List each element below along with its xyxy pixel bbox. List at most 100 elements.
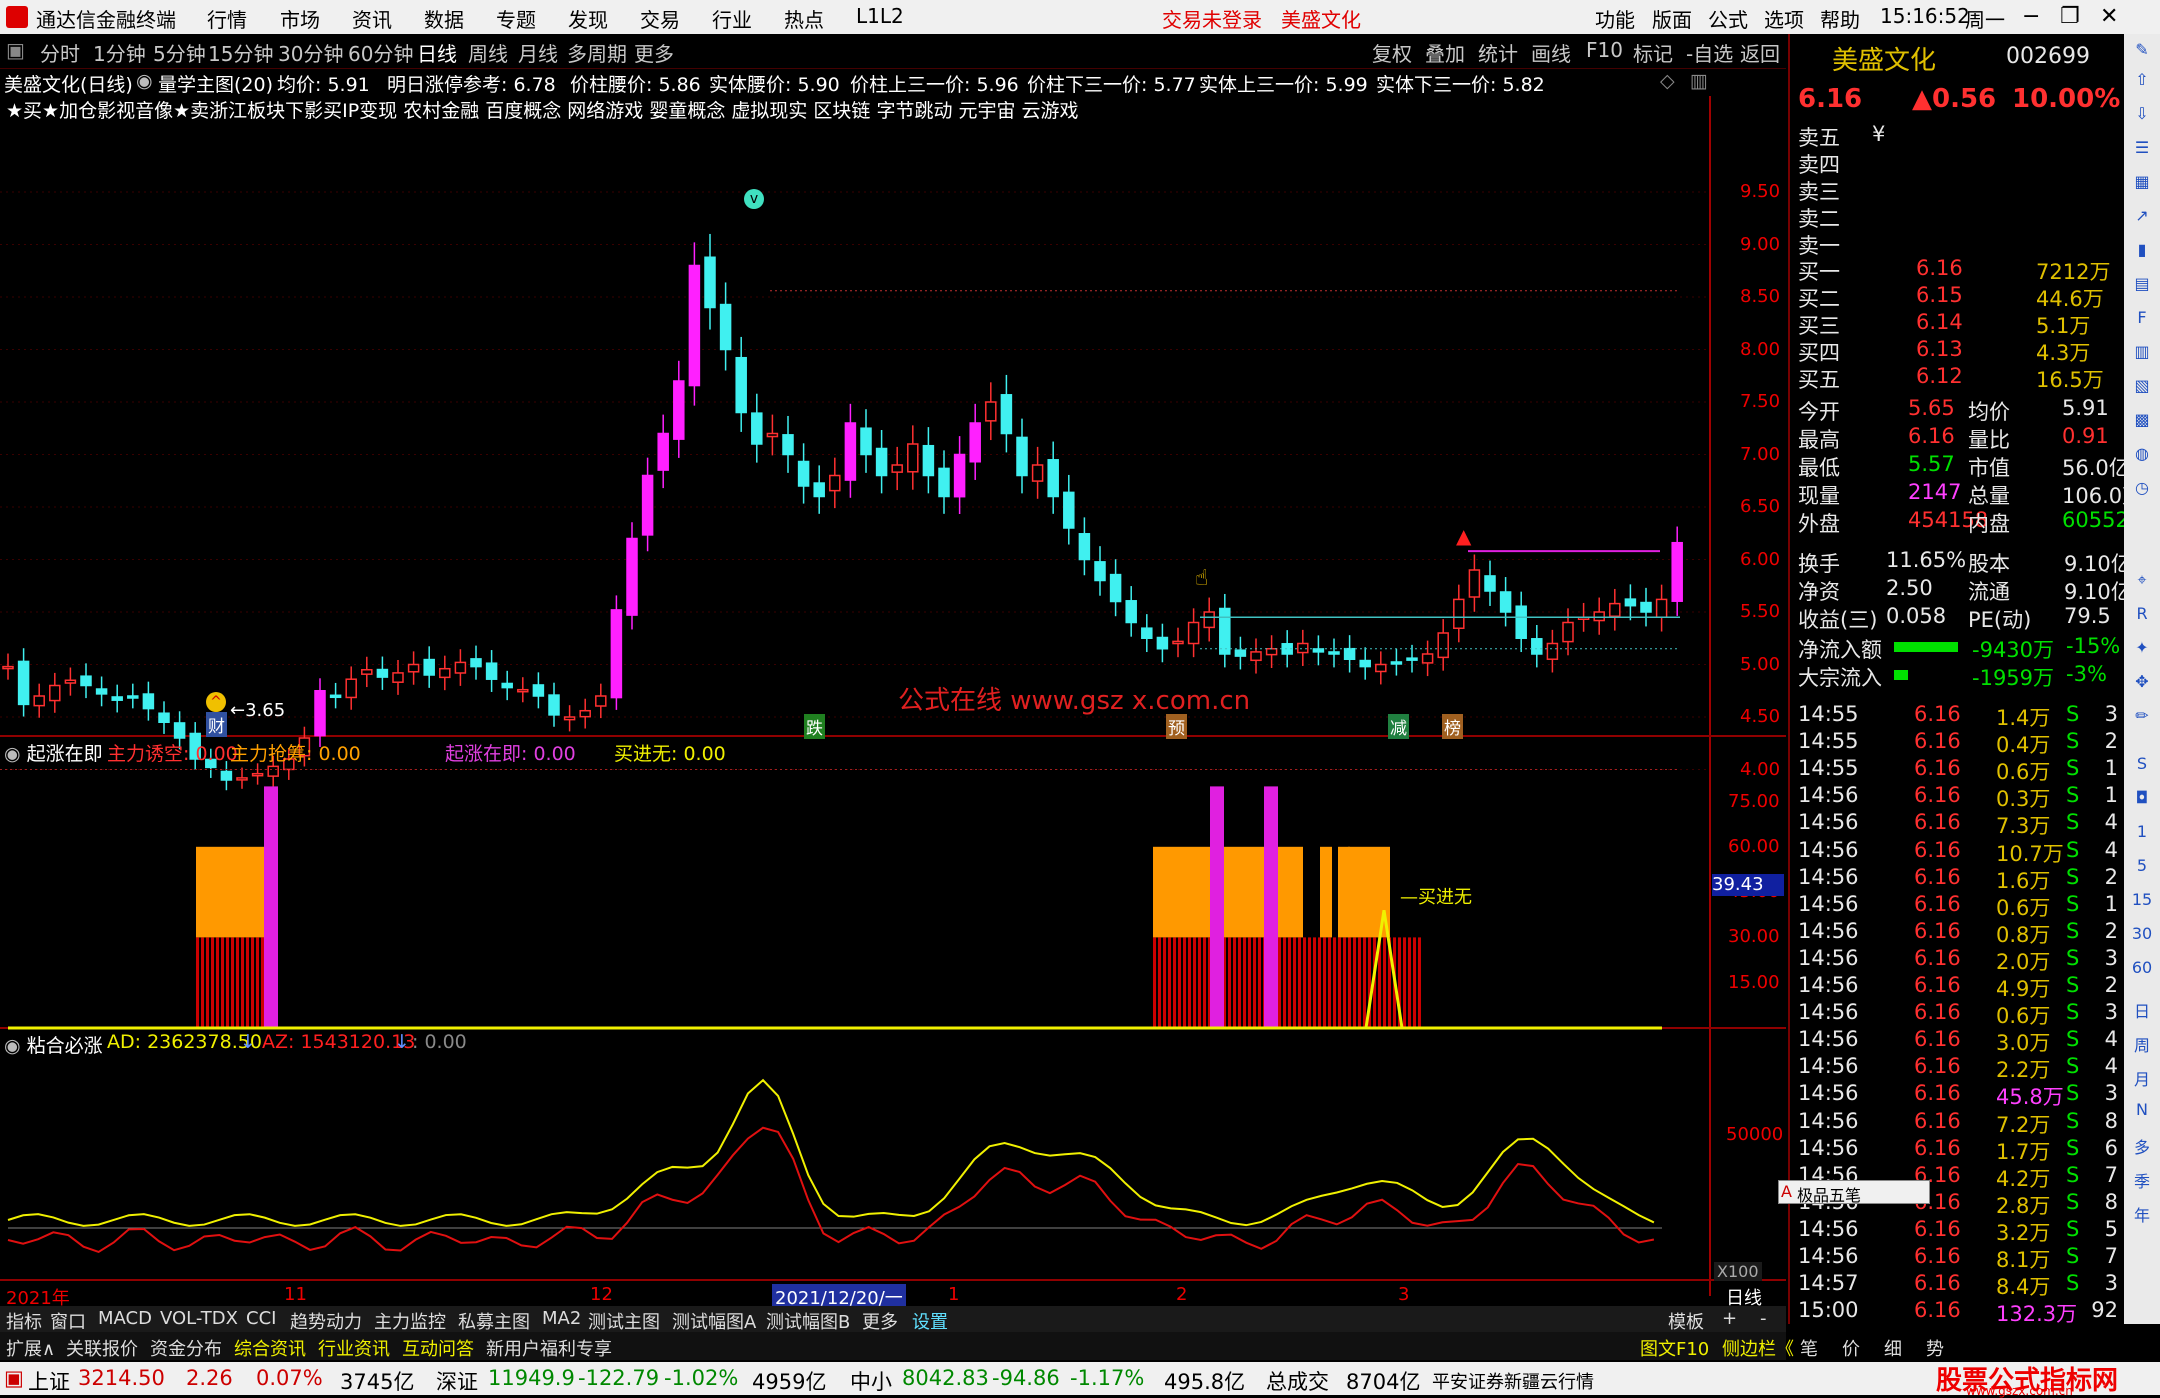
menu-item[interactable]: 专题: [496, 4, 536, 33]
ext-tab[interactable]: 行业资讯: [318, 1335, 390, 1361]
collapse-icon[interactable]: ▥: [1690, 70, 1708, 92]
ind-tab[interactable]: MACD: [98, 1308, 152, 1329]
close-icon[interactable]: ✕: [2100, 4, 2118, 29]
menu-item[interactable]: 公式: [1708, 4, 1748, 33]
marker-die[interactable]: 跌: [804, 714, 825, 739]
candle-icon[interactable]: ▮: [2130, 240, 2154, 264]
grid-icon[interactable]: ▦: [2130, 172, 2154, 196]
period-1[interactable]: 1: [2130, 822, 2154, 846]
minimize-icon[interactable]: −: [2022, 4, 2040, 29]
ime-bar[interactable]: A 极品五笔: [1778, 1180, 1930, 1205]
ind-tab[interactable]: CCI: [246, 1308, 276, 1329]
toggle-icon[interactable]: ▣: [6, 38, 25, 62]
period-week[interactable]: 周: [2130, 1032, 2154, 1056]
globe-icon[interactable]: ◍: [2130, 444, 2154, 468]
f10-tab[interactable]: 图文F10: [1640, 1335, 1709, 1361]
ind2-icon[interactable]: ◉: [4, 1035, 21, 1057]
ind1-name[interactable]: 起涨在即: [27, 743, 103, 765]
menu-item[interactable]: 帮助: [1820, 4, 1860, 33]
period-tab[interactable]: 更多: [634, 38, 674, 67]
period-5[interactable]: 5: [2130, 856, 2154, 880]
period-tab[interactable]: 多周期: [567, 38, 627, 67]
login-status[interactable]: 交易未登录: [1162, 4, 1262, 33]
menu-item[interactable]: 功能: [1595, 4, 1635, 33]
tool-button[interactable]: 复权: [1372, 38, 1412, 67]
broker[interactable]: 平安证券新疆云行情: [1432, 1368, 1594, 1394]
ext-tab[interactable]: 综合资讯: [234, 1335, 306, 1361]
down-icon[interactable]: ⇩: [2130, 104, 2154, 128]
list-icon[interactable]: ☰: [2130, 138, 2154, 162]
period-year[interactable]: 年: [2130, 1202, 2154, 1226]
ind-tab[interactable]: 主力监控: [374, 1308, 446, 1334]
ind2-name[interactable]: 粘合必涨: [27, 1035, 103, 1057]
smile-icon[interactable]: ^: [206, 692, 226, 712]
tool-button[interactable]: F10: [1586, 38, 1623, 62]
tag-icon[interactable]: ◘: [2130, 788, 2154, 812]
menu-item[interactable]: 交易: [640, 4, 680, 33]
menu-item[interactable]: 选项: [1764, 4, 1804, 33]
ind-tab[interactable]: 私募主图: [458, 1308, 530, 1334]
doc-icon[interactable]: ▤: [2130, 274, 2154, 298]
ext-tab[interactable]: 互动问答: [402, 1335, 474, 1361]
menu-item[interactable]: 数据: [424, 4, 464, 33]
period-60[interactable]: 60: [2130, 958, 2154, 982]
ind-tab[interactable]: 窗口: [50, 1308, 86, 1334]
diamond-icon[interactable]: ◇: [1660, 70, 1675, 92]
formula-name[interactable]: 量学主图(20): [158, 70, 273, 97]
calc-icon[interactable]: ▩: [2130, 410, 2154, 434]
radar-icon[interactable]: ⌖: [2130, 570, 2154, 594]
s-icon[interactable]: S: [2130, 754, 2154, 778]
ind1-icon[interactable]: ◉: [4, 743, 21, 765]
period-tab[interactable]: 月线: [518, 38, 558, 67]
period-tab[interactable]: 15分钟: [208, 38, 273, 67]
tool-button[interactable]: 返回: [1740, 38, 1780, 67]
ind-tab[interactable]: 测试幅图A: [672, 1308, 756, 1334]
table-icon[interactable]: ▥: [2130, 342, 2154, 366]
sidebar-tab[interactable]: 侧边栏《: [1722, 1335, 1794, 1361]
menu-item[interactable]: 资讯: [352, 4, 392, 33]
ind-tab[interactable]: MA2: [542, 1308, 581, 1329]
note-icon[interactable]: ▧: [2130, 376, 2154, 400]
zoom-in-button[interactable]: +: [1722, 1308, 1737, 1329]
up-icon[interactable]: ⇧: [2130, 70, 2154, 94]
period-tab[interactable]: 周线: [468, 38, 508, 67]
ind-tab[interactable]: 测试主图: [588, 1308, 660, 1334]
period-tab[interactable]: 1分钟: [93, 38, 146, 67]
menu-item[interactable]: L1L2: [856, 4, 904, 28]
tool-button[interactable]: 标记: [1633, 38, 1673, 67]
ind-tab[interactable]: 更多: [862, 1308, 898, 1334]
pin-icon[interactable]: ✎: [2130, 40, 2154, 64]
menu-item[interactable]: 热点: [784, 4, 824, 33]
side-tab[interactable]: 势: [1926, 1335, 1944, 1361]
ind-tab[interactable]: 指标: [6, 1308, 42, 1334]
zx-label[interactable]: 中小: [850, 1366, 892, 1396]
star-icon[interactable]: ✦: [2130, 638, 2154, 662]
ext-tab[interactable]: 资金分布: [150, 1335, 222, 1361]
tool-button[interactable]: -自选: [1686, 38, 1733, 67]
period-tab[interactable]: 分时: [40, 38, 80, 67]
settings-tab[interactable]: 设置: [912, 1308, 948, 1334]
menu-item[interactable]: 行情: [207, 4, 247, 33]
period-tab[interactable]: 5分钟: [153, 38, 206, 67]
move-icon[interactable]: ✥: [2130, 672, 2154, 696]
down-arrow-icon[interactable]: v: [744, 189, 764, 209]
period-tab[interactable]: 60分钟: [348, 38, 413, 67]
tool-button[interactable]: 画线: [1531, 38, 1571, 67]
ind-tab[interactable]: 测试幅图B: [766, 1308, 850, 1334]
menu-item[interactable]: 行业: [712, 4, 752, 33]
period-multi[interactable]: 多: [2130, 1134, 2154, 1158]
f10-icon[interactable]: F: [2130, 308, 2154, 332]
side-tab[interactable]: 细: [1884, 1335, 1902, 1361]
side-tab[interactable]: 价: [1842, 1335, 1860, 1361]
marker-jian[interactable]: 减: [1388, 714, 1409, 739]
period-tab-active[interactable]: 日线: [417, 38, 457, 67]
period-n[interactable]: N: [2130, 1100, 2154, 1124]
ext-tab[interactable]: 新用户福利专享: [486, 1335, 612, 1361]
ind-tab[interactable]: 趋势动力: [290, 1308, 362, 1334]
pen-icon[interactable]: ✏: [2130, 706, 2154, 730]
tool-button[interactable]: 统计: [1478, 38, 1518, 67]
zoom-out-button[interactable]: -: [1760, 1308, 1767, 1329]
sz-label[interactable]: 深证: [436, 1366, 478, 1396]
period-15[interactable]: 15: [2130, 890, 2154, 914]
line-chart-icon[interactable]: ↗: [2130, 206, 2154, 230]
